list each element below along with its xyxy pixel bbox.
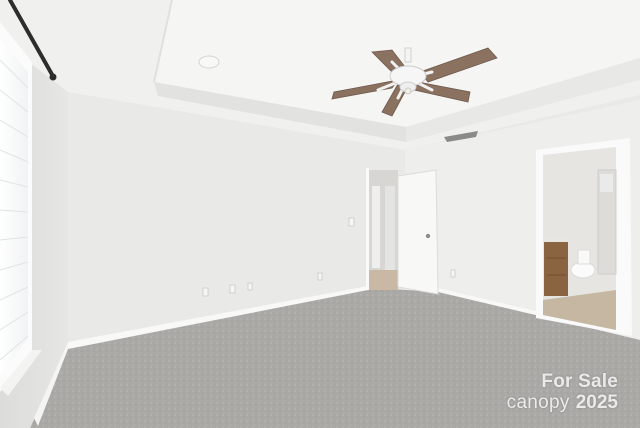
outlet: [247, 282, 253, 291]
door-knob: [425, 233, 431, 239]
outlet: [202, 287, 209, 297]
watermark-for-sale: For Sale: [541, 371, 618, 392]
bathroom-vanity: [544, 240, 568, 296]
watermark-brand: canopy: [506, 392, 570, 413]
window-blinds: [0, 40, 28, 376]
fan-light: [404, 87, 412, 95]
listing-watermark: For Sale canopy 2025: [507, 372, 618, 414]
light-switch: [348, 217, 355, 227]
watermark-brand-line: canopy 2025: [507, 392, 618, 414]
outlet: [450, 269, 456, 278]
smoke-detector: [198, 55, 220, 69]
outlet: [229, 284, 236, 294]
room-illustration: [0, 0, 640, 428]
hallway-door: [397, 169, 439, 295]
outlet: [317, 272, 323, 281]
watermark-year: 2025: [575, 392, 618, 413]
room-photo: For Sale canopy 2025: [0, 0, 640, 428]
